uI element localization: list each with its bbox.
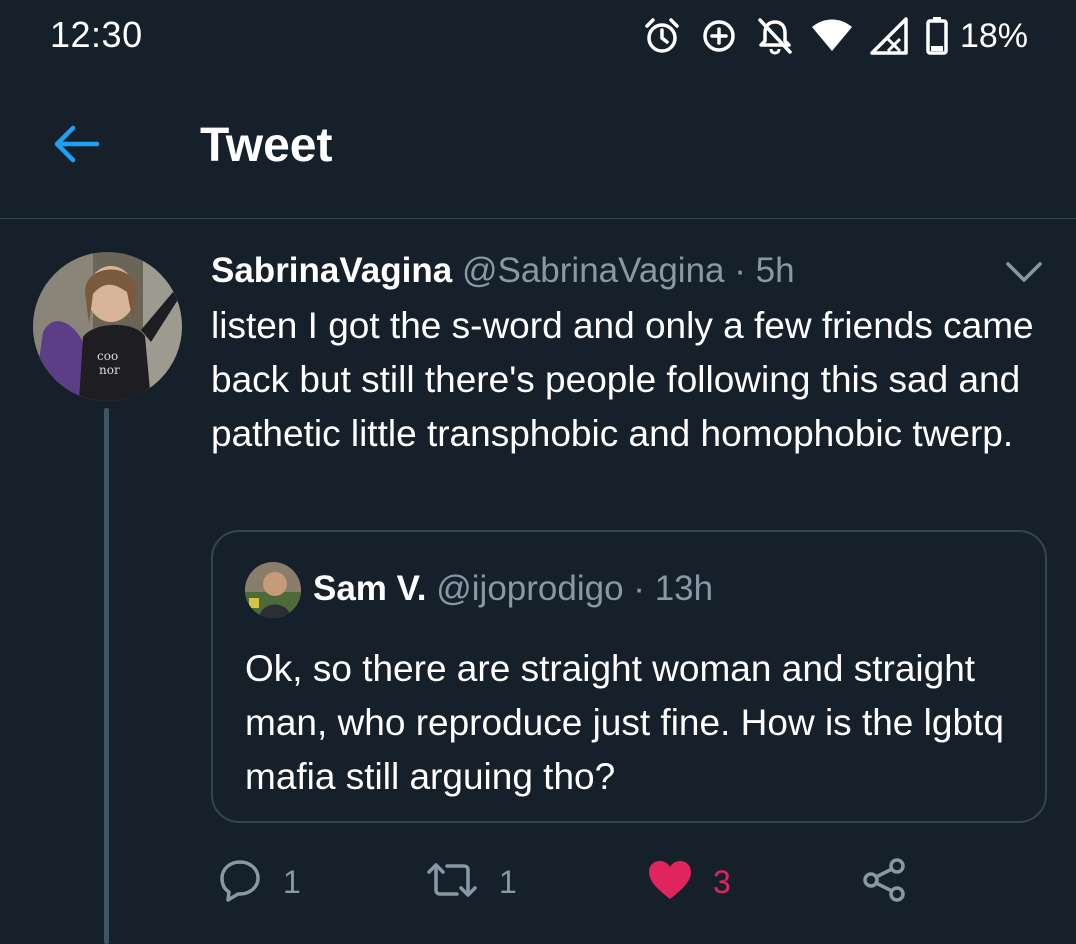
heart-icon [647,859,693,906]
author-display-name[interactable]: SabrinaVagina [211,251,452,290]
alarm-icon [642,16,682,56]
share-button[interactable] [861,852,907,912]
tweet-action-bar: 1 1 3 [211,852,1051,912]
quoted-display-name: Sam V. [313,569,427,608]
page-title: Tweet [200,119,333,172]
like-button[interactable]: 3 [647,852,731,912]
quoted-handle: @ijoprodigo [436,569,624,608]
tweet-text: listen I got the s-word and only a few f… [211,305,1034,454]
quoted-time: 13h [654,569,714,608]
tweet-time[interactable]: 5h [756,251,795,290]
status-icons: 18% [642,14,1028,58]
tweet-menu-button[interactable] [1004,258,1044,286]
quoted-author-avatar [245,562,301,618]
separator-dot: · [734,251,746,290]
notifications-off-icon [756,16,794,56]
author-handle[interactable]: @SabrinaVagina [462,251,725,290]
author-avatar[interactable]: coo nor [33,252,182,401]
quoted-tweet-card[interactable]: Sam V. @ijoprodigo · 13h Ok, so there ar… [211,530,1047,823]
reply-button[interactable]: 1 [217,852,301,912]
battery-percent: 18% [959,16,1028,55]
retweet-icon [425,860,479,905]
svg-text:nor: nor [99,363,120,377]
battery-icon [926,17,948,55]
share-icon [861,857,907,908]
arrow-left-icon [51,124,101,169]
back-button[interactable] [48,118,104,174]
thread-line [104,408,109,944]
status-bar: 12:30 18% [0,0,1076,72]
quoted-separator-dot: · [633,569,645,608]
tweet-screen: 12:30 18% Tweet coo nor SabrinaVagina @S… [0,0,1076,944]
retweet-button[interactable]: 1 [425,852,517,912]
quoted-tweet-text: Ok, so there are straight woman and stra… [245,648,1004,797]
chevron-down-icon [1004,262,1044,290]
wifi-icon [811,19,852,53]
signal-icon [870,17,908,55]
top-app-bar: Tweet [0,72,1076,219]
reply-count: 1 [283,863,301,900]
tweet-header: SabrinaVagina @SabrinaVagina · 5h [211,250,795,292]
like-count: 3 [713,863,731,900]
quoted-tweet-header: Sam V. @ijoprodigo · 13h [313,566,713,612]
reply-icon [217,858,263,907]
status-time: 12:30 [50,14,143,55]
retweet-count: 1 [499,863,517,900]
data-saver-icon [700,17,738,55]
svg-text:coo: coo [97,349,118,363]
